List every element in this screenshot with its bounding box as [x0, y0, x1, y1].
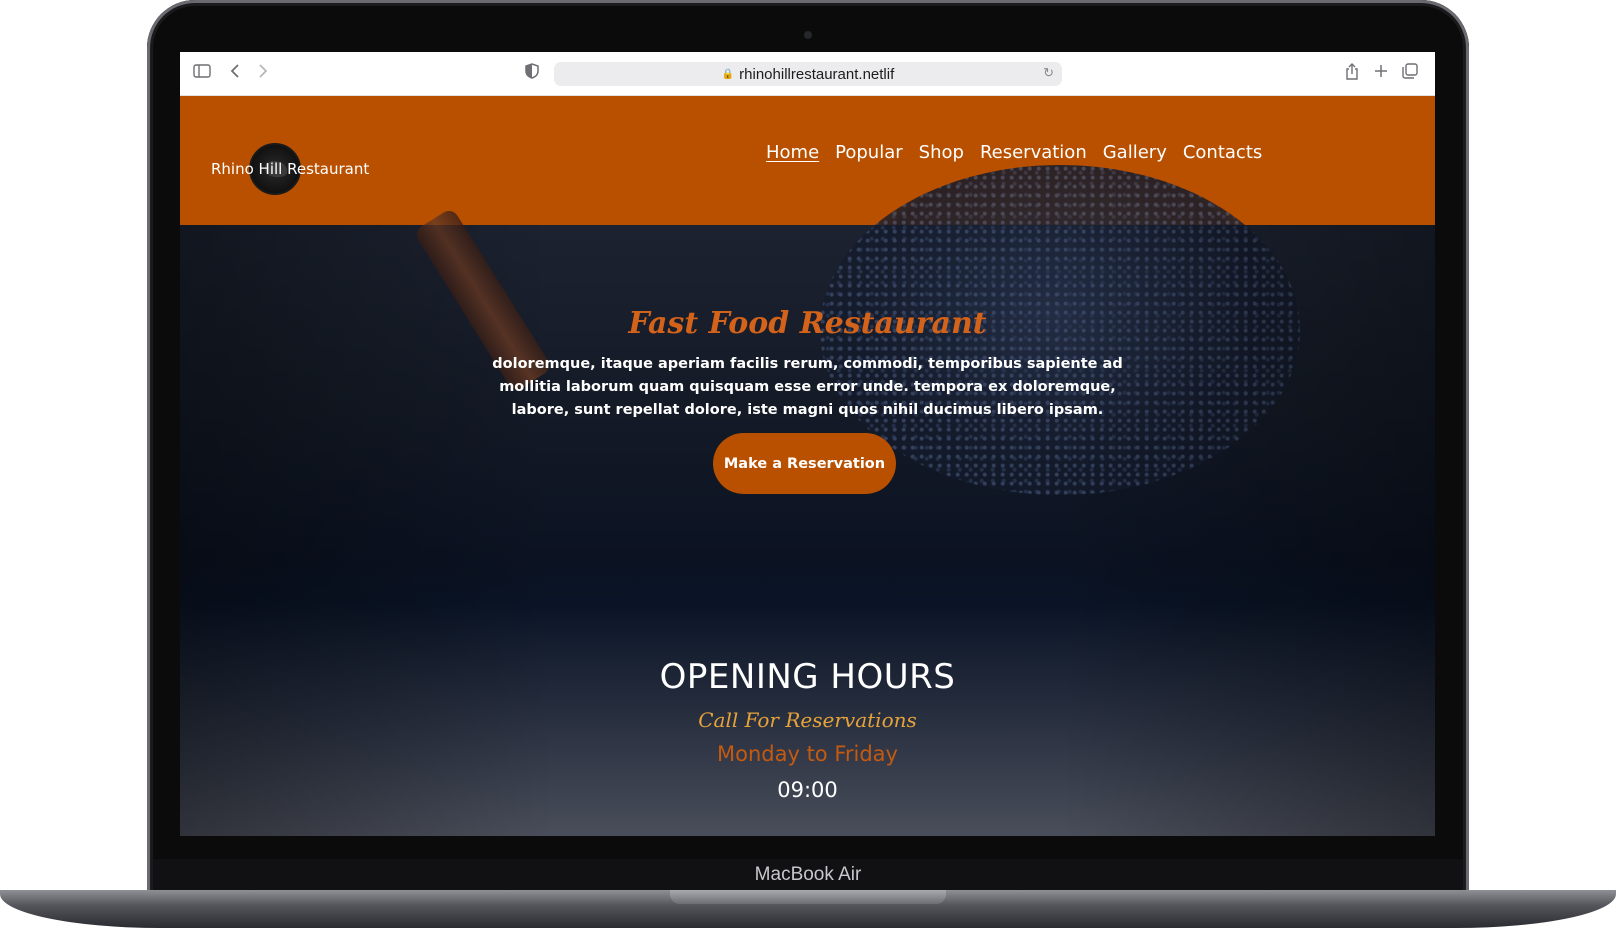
logo[interactable]: Rhino Hill Restaurant [211, 143, 381, 197]
share-icon[interactable] [1342, 63, 1362, 83]
hero-text: doloremque, itaque aperiam facilis rerum… [492, 356, 1123, 418]
tabs-icon[interactable] [1400, 63, 1420, 83]
browser-toolbar: 🔒 rhinohillrestaurant.netlif ↻ [180, 52, 1435, 96]
logo-text: Rhino Hill Restaurant [211, 160, 370, 178]
nav-reservation[interactable]: Reservation [980, 142, 1087, 163]
new-tab-icon[interactable] [1371, 63, 1391, 83]
nav-contacts[interactable]: Contacts [1183, 142, 1262, 163]
shield-icon[interactable] [522, 63, 542, 83]
url-text: rhinohillrestaurant.netlif [739, 65, 895, 83]
nav-gallery[interactable]: Gallery [1103, 142, 1167, 163]
back-icon[interactable] [225, 63, 245, 83]
address-bar[interactable]: 🔒 rhinohillrestaurant.netlif ↻ [554, 62, 1062, 86]
device-label: MacBook Air [754, 864, 862, 885]
opening-hours-title: OPENING HOURS [659, 657, 956, 697]
hero-section: Fast Food Restaurant doloremque, itaque … [180, 165, 1435, 836]
nav-home[interactable]: Home [766, 142, 819, 163]
site-header: Rhino Hill Restaurant Home Popular Shop … [180, 96, 1435, 225]
hero-title: Fast Food Restaurant [628, 306, 987, 341]
opening-days: Monday to Friday [717, 742, 898, 766]
main-nav: Home Popular Shop Reservation Gallery Co… [766, 142, 1262, 163]
sidebar-icon[interactable] [192, 63, 212, 83]
lock-icon: 🔒 [721, 68, 735, 80]
laptop-bezel: MacBook Air [153, 859, 1463, 891]
opening-hours-subtitle: Call For Reservations [698, 708, 917, 732]
laptop-notch [670, 890, 946, 904]
nav-shop[interactable]: Shop [919, 142, 964, 163]
nav-popular[interactable]: Popular [835, 142, 903, 163]
make-reservation-button[interactable]: Make a Reservation [713, 433, 896, 494]
screen: 🔒 rhinohillrestaurant.netlif ↻ Rhino Hil… [180, 52, 1435, 836]
reload-icon[interactable]: ↻ [1043, 65, 1054, 81]
forward-icon[interactable] [253, 63, 273, 83]
camera-icon [804, 31, 812, 39]
opening-time: 09:00 [777, 778, 838, 802]
